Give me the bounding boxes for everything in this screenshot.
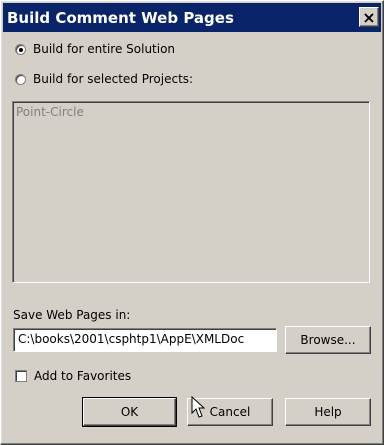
cancel-button-label: Cancel: [209, 405, 251, 419]
radio-selected-projects-label: Build for selected Projects:: [33, 72, 194, 86]
projects-listbox[interactable]: Point-Circle: [12, 101, 370, 283]
save-location-label: Save Web Pages in:: [13, 308, 131, 322]
title-bar[interactable]: Build Comment Web Pages ×: [3, 3, 381, 32]
help-button-label: Help: [314, 405, 342, 419]
radio-entire-solution-label: Build for entire Solution: [33, 42, 176, 56]
ok-button-label: OK: [120, 405, 139, 419]
close-button[interactable]: ×: [359, 7, 379, 27]
list-item[interactable]: Point-Circle: [16, 105, 84, 119]
radio-selected-projects[interactable]: Build for selected Projects:: [15, 72, 193, 86]
dialog-window: Build Comment Web Pages × Build for enti…: [0, 0, 384, 445]
help-button[interactable]: Help: [285, 398, 371, 426]
add-to-favorites-checkbox[interactable]: Add to Favorites: [15, 369, 131, 383]
browse-button[interactable]: Browse...: [285, 326, 371, 354]
checkbox-box[interactable]: [15, 370, 27, 382]
dialog-title: Build Comment Web Pages: [7, 8, 234, 27]
radio-entire-solution[interactable]: Build for entire Solution: [15, 42, 175, 56]
ok-button[interactable]: OK: [82, 397, 177, 427]
radio-button-unchecked[interactable]: [15, 73, 26, 85]
add-to-favorites-label: Add to Favorites: [34, 369, 132, 383]
browse-button-label: Browse...: [300, 333, 356, 347]
close-icon: ×: [362, 8, 376, 27]
radio-button-checked[interactable]: [15, 43, 26, 55]
mouse-pointer-icon: [191, 396, 206, 418]
save-path-input[interactable]: C:\books\2001\csphtp1\AppE\XMLDoc: [13, 328, 277, 352]
